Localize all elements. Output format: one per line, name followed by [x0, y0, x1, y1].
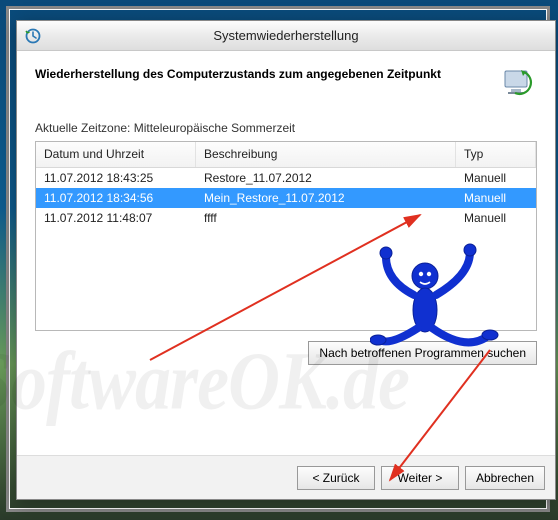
- cell-type: Manuell: [456, 208, 536, 228]
- scan-affected-programs-button[interactable]: Nach betroffenen Programmen suchen: [308, 341, 537, 365]
- cell-type: Manuell: [456, 188, 536, 208]
- dialog-window: Systemwiederherstellung Wiederherstellun…: [16, 20, 556, 500]
- next-button[interactable]: Weiter >: [381, 466, 459, 490]
- table-row[interactable]: 11.07.2012 11:48:07ffffManuell: [36, 208, 536, 228]
- cell-date: 11.07.2012 11:48:07: [36, 208, 196, 228]
- cell-type: Manuell: [456, 168, 536, 188]
- cancel-button[interactable]: Abbrechen: [465, 466, 545, 490]
- restore-icon: [501, 65, 537, 101]
- back-button[interactable]: < Zurück: [297, 466, 375, 490]
- cell-date: 11.07.2012 18:43:25: [36, 168, 196, 188]
- cell-desc: ffff: [196, 208, 456, 228]
- titlebar: Systemwiederherstellung: [17, 21, 555, 51]
- cell-desc: Mein_Restore_11.07.2012: [196, 188, 456, 208]
- cell-desc: Restore_11.07.2012: [196, 168, 456, 188]
- list-header: Datum und Uhrzeit Beschreibung Typ: [36, 142, 536, 168]
- wizard-footer: < Zurück Weiter > Abbrechen: [17, 455, 555, 499]
- timezone-label: Aktuelle Zeitzone: Mitteleuropäische Som…: [35, 121, 537, 135]
- cell-date: 11.07.2012 18:34:56: [36, 188, 196, 208]
- page-heading: Wiederherstellung des Computerzustands z…: [35, 65, 441, 81]
- table-row[interactable]: 11.07.2012 18:43:25Restore_11.07.2012Man…: [36, 168, 536, 188]
- content-area: Wiederherstellung des Computerzustands z…: [17, 51, 555, 379]
- col-header-date[interactable]: Datum und Uhrzeit: [36, 142, 196, 167]
- restore-points-list[interactable]: Datum und Uhrzeit Beschreibung Typ 11.07…: [35, 141, 537, 331]
- table-row[interactable]: 11.07.2012 18:34:56Mein_Restore_11.07.20…: [36, 188, 536, 208]
- col-header-desc[interactable]: Beschreibung: [196, 142, 456, 167]
- col-header-type[interactable]: Typ: [456, 142, 536, 167]
- window-title: Systemwiederherstellung: [17, 28, 555, 43]
